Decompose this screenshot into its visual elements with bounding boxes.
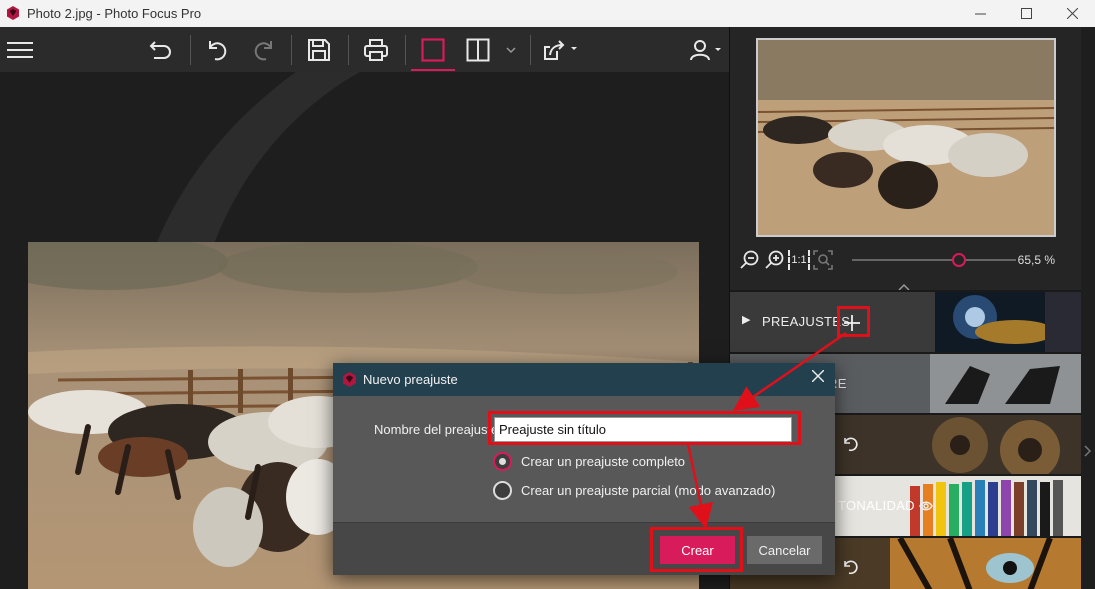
active-tab-indicator (411, 69, 455, 71)
split-view-icon (466, 38, 490, 62)
navigator-thumbnail[interactable] (756, 38, 1056, 237)
add-preset-button[interactable] (839, 310, 865, 336)
dialog-body: Nombre del preajuste Crear un preajuste … (333, 396, 835, 522)
split-view-button[interactable] (463, 33, 493, 67)
app-logo-icon (7, 6, 19, 20)
section-tonality-label: TONALIDAD (838, 498, 915, 513)
zoom-slider-handle[interactable] (952, 253, 967, 267)
reset-icon[interactable] (842, 435, 860, 453)
title-bar: Photo 2.jpg - Photo Focus Pro (0, 0, 1095, 27)
window-title: Photo 2.jpg - Photo Focus Pro (27, 6, 202, 21)
zoom-fit-icon[interactable] (813, 250, 833, 270)
zoom-percentage: 65,5 % (1017, 253, 1055, 267)
dialog-close-button[interactable] (809, 369, 827, 387)
create-button[interactable]: Crear (660, 536, 735, 564)
redo-icon (254, 41, 272, 61)
radio-selected-icon (493, 452, 512, 471)
panel-collapse-strip[interactable] (1081, 27, 1095, 589)
partial-preset-label: Crear un preajuste parcial (modo avanzad… (521, 483, 776, 498)
full-preset-label: Crear un preajuste completo (521, 454, 686, 469)
presets-banner-image (935, 292, 1082, 352)
dialog-title: Nuevo preajuste (363, 372, 458, 387)
menu-button[interactable] (4, 33, 36, 67)
user-icon (690, 40, 721, 61)
single-view-icon (421, 38, 445, 62)
zoom-controls: 1:1 65,5 % (740, 248, 1080, 272)
partial-preset-radio[interactable]: Crear un preajuste parcial (modo avanzad… (493, 480, 813, 502)
section-presets[interactable]: ▶ PREAJUSTES (730, 290, 1082, 352)
save-icon (308, 39, 330, 61)
thumbnail-image (758, 40, 1054, 235)
full-preset-radio[interactable]: Crear un preajuste completo (493, 451, 813, 473)
plus-icon (844, 315, 860, 331)
zoom-in-icon[interactable] (765, 250, 785, 270)
minimize-button[interactable] (957, 0, 1003, 27)
reset-icon[interactable] (842, 558, 860, 576)
back-arrow-icon (149, 41, 171, 59)
save-button[interactable] (304, 33, 334, 67)
zoom-fit-label: 1:1 (791, 254, 807, 266)
preset-name-input[interactable] (494, 417, 792, 442)
close-window-button[interactable] (1049, 0, 1095, 27)
zoom-out-icon[interactable] (740, 250, 760, 270)
share-icon (544, 40, 577, 60)
preset-name-label: Nombre del preajuste (374, 422, 499, 437)
expand-arrow-icon: ▶ (742, 314, 751, 326)
back-button[interactable] (146, 33, 176, 67)
chevron-right-icon (1084, 445, 1092, 457)
single-view-button[interactable] (418, 33, 448, 67)
undo-button[interactable] (203, 33, 233, 67)
cancel-button[interactable]: Cancelar (747, 536, 822, 564)
redo-button[interactable] (248, 33, 278, 67)
radio-unselected-icon (493, 481, 512, 500)
close-icon (811, 369, 825, 383)
new-preset-dialog: Nuevo preajuste Nombre del preajuste Cre… (333, 363, 835, 575)
printer-icon (364, 39, 388, 61)
dialog-footer: Crear Cancelar (333, 522, 835, 575)
view-options-dropdown[interactable] (503, 33, 519, 67)
app-window: Photo 2.jpg - Photo Focus Pro 1:1 65,5 %… (0, 0, 1095, 589)
user-menu-button[interactable] (686, 33, 726, 67)
share-button[interactable] (540, 33, 582, 67)
hamburger-menu-icon (7, 42, 33, 58)
app-logo-icon (343, 372, 356, 387)
maximize-button[interactable] (1003, 0, 1049, 27)
zoom-slider[interactable] (852, 259, 1016, 261)
section-presets-label: PREAJUSTES (762, 314, 851, 329)
print-button[interactable] (360, 33, 392, 67)
dialog-header: Nuevo preajuste (333, 363, 835, 396)
undo-icon (209, 41, 227, 61)
visibility-eye-icon[interactable] (919, 500, 933, 512)
zoom-actual-size-button[interactable]: 1:1 (788, 250, 810, 270)
chevron-down-icon (506, 47, 516, 54)
